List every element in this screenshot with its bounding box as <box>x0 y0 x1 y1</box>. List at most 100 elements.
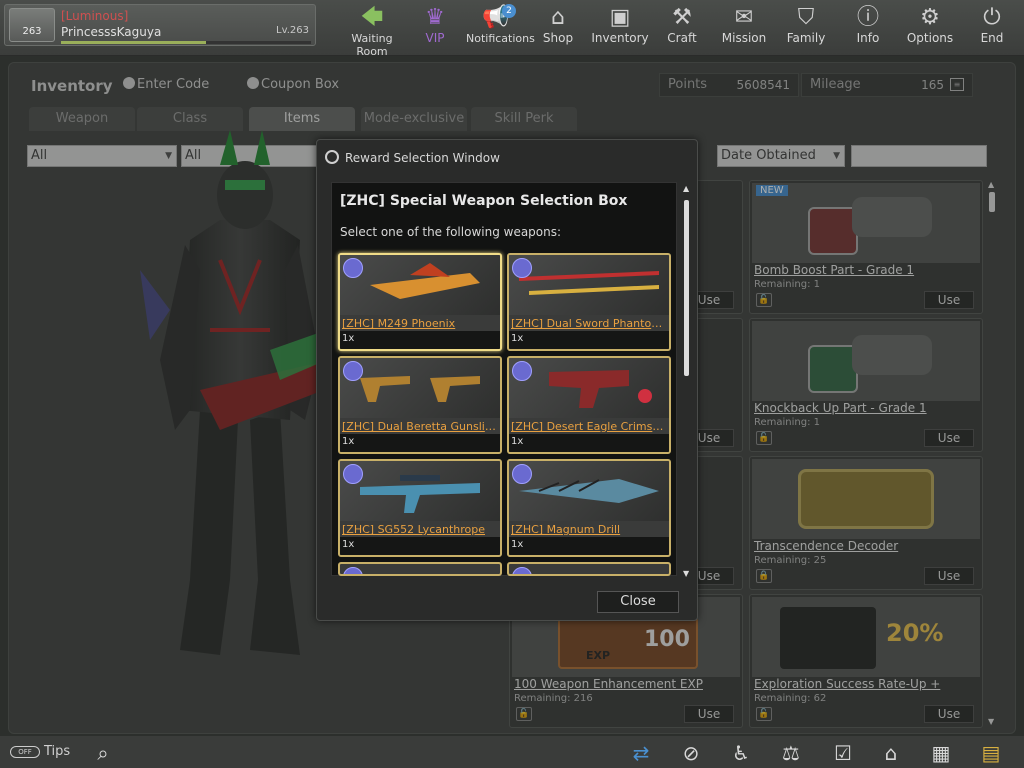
vip-button[interactable]: ♛ VIP <box>405 4 465 50</box>
zhc-emblem-icon <box>512 258 532 278</box>
scroll-down-icon[interactable]: ▼ <box>683 569 689 578</box>
craft-button[interactable]: ⚒ Craft <box>652 4 712 50</box>
reward-list: [ZHC] Special Weapon Selection Box Selec… <box>331 182 677 576</box>
weapon-name[interactable]: [ZHC] Magnum Drill <box>511 523 669 536</box>
weapon-qty: 1x <box>511 436 524 447</box>
close-button[interactable]: Close <box>597 591 679 613</box>
weapon-name[interactable]: [ZHC] Dual Sword Phantom Sl... <box>511 317 669 330</box>
zhc-emblem-icon <box>512 567 532 574</box>
compass-icon[interactable]: ⊘ <box>678 740 704 766</box>
end-button[interactable]: ⏻ End <box>962 4 1022 50</box>
player-name: PrincesssKaguya <box>61 25 162 39</box>
scroll-up-icon[interactable]: ▲ <box>683 184 689 193</box>
modal-title: Reward Selection Window <box>345 151 500 165</box>
power-icon: ⏻ <box>983 5 1001 30</box>
tips-toggle[interactable]: OFF Tips <box>10 744 70 759</box>
weapon-qty-bar <box>509 434 669 452</box>
notifications-button[interactable]: 📢 2 Notifications <box>466 4 535 50</box>
weapon-image <box>340 255 500 315</box>
waiting-room-button[interactable]: 🡄 Waiting Room <box>342 4 402 58</box>
mission-label: Mission <box>721 31 767 45</box>
weapon-option[interactable]: [ZHC] Dual Sword Phantom Sl... 1x <box>507 253 671 351</box>
accessibility-icon[interactable]: ♿ <box>728 740 754 766</box>
reward-scrollbar[interactable]: ▲ ▼ <box>683 184 691 578</box>
options-label: Options <box>906 31 954 45</box>
briefcase-icon: ▣ <box>609 5 631 30</box>
craft-label: Craft <box>667 31 697 45</box>
calendar-icon[interactable]: ▦ <box>928 740 954 766</box>
weapon-qty-bar <box>340 537 500 555</box>
shop-label: Shop <box>542 31 574 45</box>
weapon-qty-bar <box>509 331 669 349</box>
mission-button[interactable]: ✉ Mission <box>714 4 774 50</box>
family-button[interactable]: ⛉ Family <box>776 4 836 50</box>
weapon-name[interactable]: [ZHC] Desert Eagle Crimson Hu... <box>511 420 669 433</box>
weapon-option[interactable]: [ZHC] Dual Beretta Gunslinger 1x <box>338 356 502 454</box>
megaphone-icon: 📢 <box>482 5 510 30</box>
options-button[interactable]: ⚙ Options <box>900 4 960 50</box>
family-shield-icon: ⛉ <box>797 5 815 30</box>
crown-icon: ♛ <box>425 5 445 30</box>
zhc-emblem-icon <box>343 258 363 278</box>
weapon-qty-bar <box>340 434 500 452</box>
weapon-qty-bar <box>509 537 669 555</box>
xp-bar <box>61 41 311 44</box>
film-icon[interactable]: ▤ <box>978 740 1004 766</box>
dual-sword-icon <box>519 271 659 295</box>
weapon-image <box>340 461 500 521</box>
home-icon[interactable]: ⌂ <box>878 740 904 766</box>
info-icon: ⓘ <box>856 5 879 30</box>
dual-beretta-icon <box>360 376 480 402</box>
weapon-option[interactable]: [ZHC] M249 Phoenix 1x <box>338 253 502 351</box>
weapon-qty: 1x <box>511 333 524 344</box>
settings-icon <box>325 150 339 164</box>
weapon-qty: 1x <box>342 333 355 344</box>
family-label: Family <box>786 31 826 45</box>
weapon-qty: 1x <box>342 539 355 550</box>
scroll-thumb[interactable] <box>684 200 689 376</box>
weapon-option[interactable]: [ZHC] Magnum Drill 1x <box>507 459 671 557</box>
zhc-emblem-icon <box>343 567 363 574</box>
scales-icon[interactable]: ⚖ <box>778 740 804 766</box>
zhc-emblem-icon <box>343 464 363 484</box>
sg552-icon <box>360 475 480 513</box>
player-level: Lv.263 <box>276 25 309 36</box>
weapon-option[interactable] <box>338 562 502 576</box>
zhc-emblem-icon <box>512 361 532 381</box>
inventory-label: Inventory <box>591 31 649 45</box>
m249-phoenix-icon <box>370 263 480 299</box>
weapon-name[interactable]: [ZHC] M249 Phoenix <box>342 317 500 330</box>
waiting-room-label: Waiting Room <box>351 32 393 58</box>
inventory-button[interactable]: ▣ Inventory <box>590 4 650 50</box>
weapon-image <box>509 358 669 418</box>
bottom-bar: OFF Tips ⌕ ⇄ ⊘ ♿ ⚖ ☑ ⌂ ▦ ▤ <box>0 736 1024 768</box>
weapon-option[interactable]: [ZHC] SG552 Lycanthrope 1x <box>338 459 502 557</box>
reward-selection-window: Reward Selection Window [ZHC] Special We… <box>316 139 698 621</box>
xp-bar-fill <box>61 41 206 44</box>
notifications-badge: 2 <box>502 4 516 18</box>
desert-eagle-icon <box>549 370 652 408</box>
toggle-switch[interactable]: OFF <box>10 746 40 758</box>
box-title: [ZHC] Special Weapon Selection Box <box>340 193 628 209</box>
end-label: End <box>980 31 1004 45</box>
weapon-name[interactable]: [ZHC] Dual Beretta Gunslinger <box>342 420 500 433</box>
weapon-image <box>509 461 669 521</box>
vip-label: VIP <box>425 31 445 45</box>
weapon-option[interactable] <box>507 562 671 576</box>
zhc-emblem-icon <box>512 464 532 484</box>
shop-button[interactable]: ⌂ Shop <box>528 4 588 50</box>
search-icon[interactable]: ⌕ <box>90 740 116 766</box>
weapon-name[interactable]: [ZHC] SG552 Lycanthrope <box>342 523 500 536</box>
checklist-icon[interactable]: ☑ <box>830 740 856 766</box>
weapon-image <box>340 358 500 418</box>
magnum-drill-icon <box>519 479 659 503</box>
info-label: Info <box>856 31 880 45</box>
info-button[interactable]: ⓘ Info <box>838 4 898 50</box>
notifications-label: Notifications <box>466 32 535 45</box>
zhc-emblem-icon <box>343 361 363 381</box>
swap-icon[interactable]: ⇄ <box>628 740 654 766</box>
weapon-option[interactable]: [ZHC] Desert Eagle Crimson Hu... 1x <box>507 356 671 454</box>
gear-icon: ⚙ <box>920 5 940 30</box>
weapon-qty: 1x <box>342 436 355 447</box>
player-profile[interactable]: 263 [Luminous] PrincesssKaguya Lv.263 <box>4 4 316 46</box>
